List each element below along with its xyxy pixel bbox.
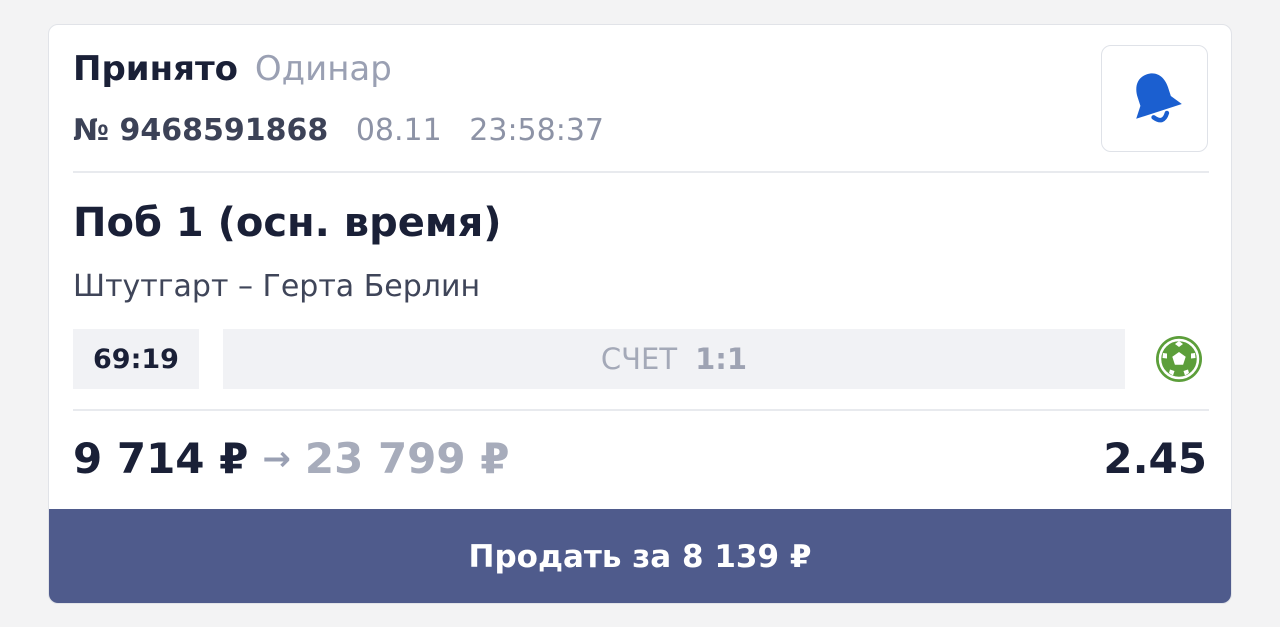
bet-date: 08.11 bbox=[355, 113, 442, 148]
bet-amounts: 9 714 ₽ → 23 799 ₽ bbox=[73, 431, 509, 487]
arrow-right-icon: → bbox=[262, 439, 291, 479]
score-bar: СЧЕТ 1:1 bbox=[223, 329, 1125, 389]
bell-icon bbox=[1135, 72, 1182, 122]
bet-odds: 2.45 bbox=[1103, 434, 1207, 483]
bet-card: Принято Одинар № 9468591868 08.11 23:58:… bbox=[48, 24, 1232, 604]
bet-market: Поб 1 (осн. время) bbox=[73, 200, 502, 246]
divider bbox=[73, 171, 1209, 173]
match-teams: Штутгарт – Герта Берлин bbox=[73, 269, 481, 304]
soccer-ball-icon bbox=[1156, 336, 1202, 382]
notification-bell-button[interactable] bbox=[1101, 45, 1208, 152]
stake-amount: 9 714 ₽ bbox=[73, 434, 249, 483]
divider bbox=[73, 409, 1209, 411]
payout-amount: 23 799 ₽ bbox=[304, 434, 510, 483]
bet-time: 23:58:37 bbox=[469, 113, 605, 148]
bet-status-line: Принято Одинар bbox=[73, 47, 392, 91]
score-value: 1:1 bbox=[695, 342, 748, 376]
bet-meta: № 9468591868 08.11 23:58:37 bbox=[73, 111, 604, 151]
sell-bet-button[interactable]: Продать за 8 139 ₽ bbox=[49, 509, 1231, 603]
bet-status: Принято bbox=[73, 49, 239, 89]
sell-button-label: Продать за 8 139 ₽ bbox=[468, 539, 812, 575]
match-time: 69:19 bbox=[73, 329, 199, 389]
bet-type: Одинар bbox=[254, 49, 392, 89]
score-label: СЧЕТ bbox=[600, 342, 678, 376]
bet-number: № 9468591868 bbox=[73, 113, 329, 148]
